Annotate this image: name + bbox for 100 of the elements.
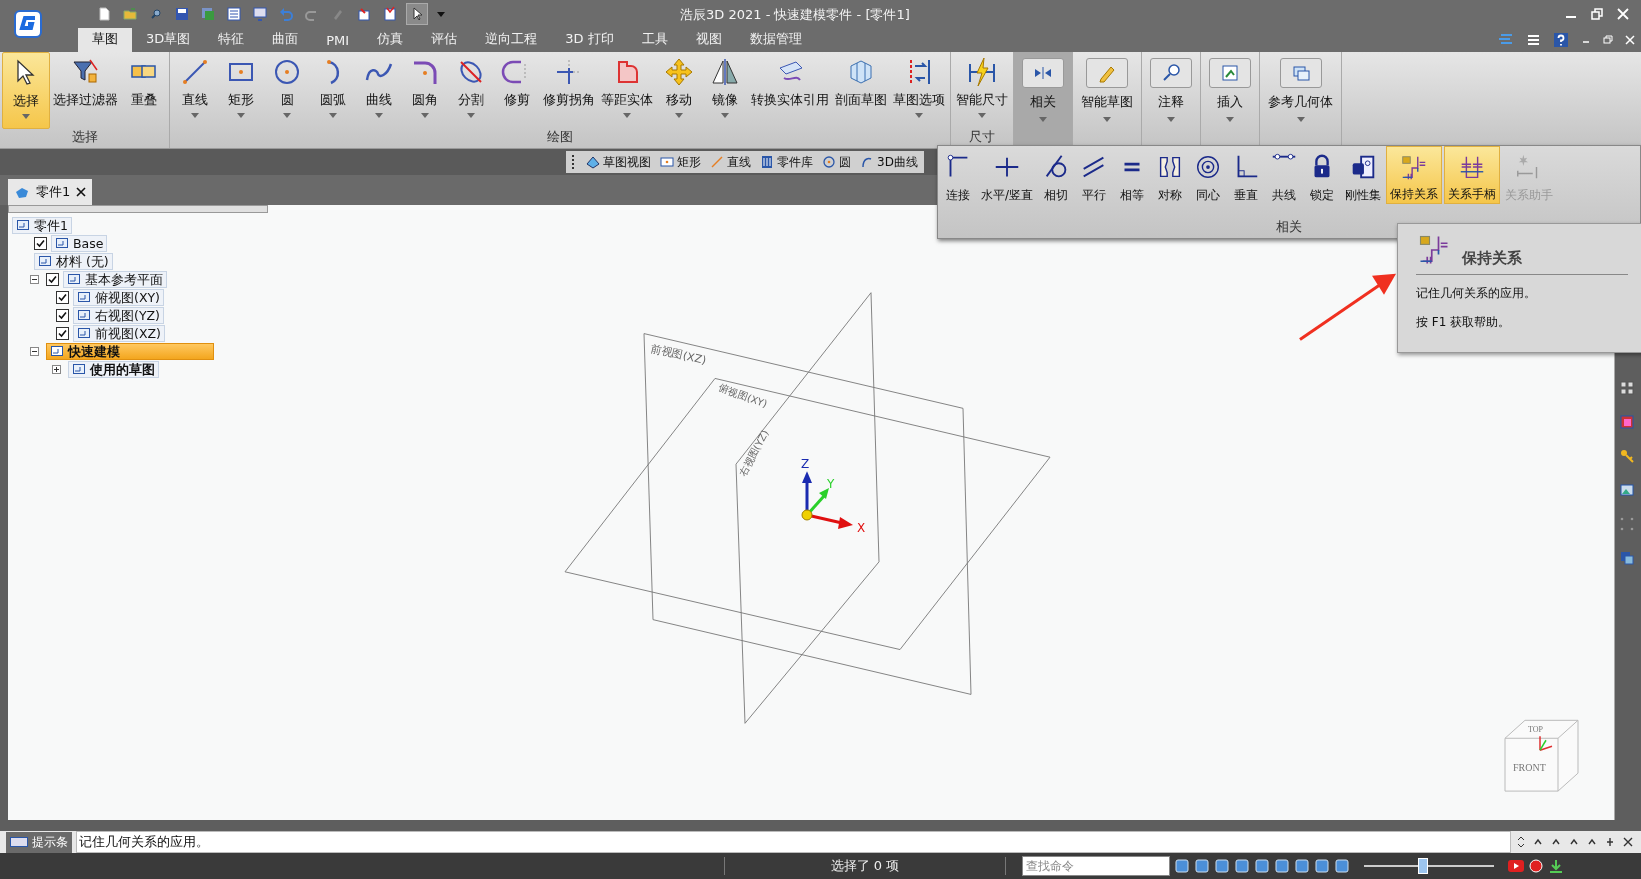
gradient-icon[interactable] (1619, 414, 1635, 430)
ribbon-tab[interactable]: 特征 (204, 27, 259, 52)
ribbon-button[interactable]: 转换实体引用 (748, 52, 832, 129)
ribbon-button[interactable]: 修剪 (494, 52, 540, 129)
video-icon[interactable] (1508, 860, 1524, 872)
ribbon-button[interactable]: 剖面草图 (832, 52, 890, 129)
tree-item[interactable]: 俯视图(XY) (73, 288, 164, 306)
tree-item[interactable]: 右视图(YZ) (73, 306, 164, 324)
caret-icon (237, 113, 245, 118)
ribbon-button[interactable]: 圆角 (402, 52, 448, 129)
ribbon-tab[interactable]: 视图 (681, 27, 736, 52)
ribbon-button[interactable]: 直线 (172, 52, 218, 129)
relation-button[interactable]: 刚性集 (1342, 146, 1385, 204)
checkbox[interactable] (56, 290, 69, 304)
ribbon-tab[interactable]: 草图 (78, 26, 132, 52)
toolbar-grip[interactable] (572, 155, 577, 169)
checkbox[interactable] (56, 326, 69, 340)
ribbon-tab[interactable]: 曲面 (258, 27, 313, 52)
tree-item[interactable]: 零件1 (12, 216, 72, 234)
smart-dimension-icon (966, 56, 998, 88)
windows-icon[interactable] (1619, 550, 1635, 566)
collapse-toggle[interactable] (30, 274, 39, 284)
relation-button[interactable]: 对称 (1152, 146, 1189, 204)
toolbar-button[interactable]: 直线 (709, 153, 751, 171)
expand-toggle[interactable] (52, 364, 61, 374)
relation-button[interactable]: 垂直 (1228, 146, 1265, 204)
pointer-button[interactable] (406, 3, 428, 25)
tree-item[interactable]: 基本参考平面 (63, 270, 167, 288)
ribbon-tab[interactable]: 数据管理 (735, 27, 816, 52)
toolbar-button[interactable]: 矩形 (659, 153, 701, 171)
slider-thumb[interactable] (1417, 858, 1428, 874)
tree-item[interactable]: 材料 (无) (34, 252, 113, 270)
group-button[interactable]: 相关 (1014, 52, 1073, 148)
relation-button[interactable]: 连接 (940, 146, 976, 204)
ribbon-button[interactable]: 矩形 (218, 52, 264, 129)
ribbon-tab[interactable]: 评估 (417, 27, 472, 52)
document-tab[interactable]: 零件1 (8, 179, 93, 205)
download-icon[interactable] (1548, 858, 1564, 874)
ribbon-tab[interactable]: 3D草图 (132, 27, 205, 52)
ribbon-button[interactable]: 选择 (2, 52, 50, 129)
ribbon-button[interactable]: 草图选项 (890, 52, 948, 129)
ribbon-button[interactable]: 曲线 (356, 52, 402, 129)
photo-icon[interactable] (1619, 482, 1635, 498)
tree-item[interactable]: 使用的草图 (68, 360, 159, 378)
toolbar-button[interactable]: 草图视图 (585, 153, 651, 171)
toolbar-button[interactable]: 零件库 (759, 153, 813, 171)
toolbar-button[interactable]: 圆 (821, 153, 851, 171)
tree-item[interactable]: Base (51, 234, 108, 252)
tree-item[interactable]: 前视图(XZ) (73, 324, 165, 342)
panel-grip[interactable] (8, 205, 268, 213)
close-button[interactable] (1617, 8, 1629, 20)
feature-icon (50, 344, 64, 358)
toolbar-button[interactable]: 3D曲线 (859, 153, 918, 171)
close-icon[interactable] (1621, 837, 1635, 847)
relation-button[interactable]: 相切 (1038, 146, 1075, 204)
restore-button[interactable] (1603, 35, 1613, 45)
monitor-icon[interactable] (250, 4, 270, 24)
relation-button[interactable]: 锁定 (1304, 146, 1341, 204)
axis-triad-drawing (801, 471, 853, 529)
ribbon-button[interactable]: 圆 (264, 52, 310, 129)
record-icon[interactable] (1528, 858, 1544, 874)
relation-button[interactable]: 同心 (1190, 146, 1227, 204)
list-icon[interactable] (224, 4, 244, 24)
command-search-field[interactable]: 查找命令 (1022, 856, 1170, 876)
ribbon-tab[interactable]: 仿真 (363, 27, 418, 52)
key-icon[interactable] (1619, 448, 1635, 464)
checkbox[interactable] (34, 236, 47, 250)
close-button[interactable] (1625, 35, 1635, 45)
ribbon-button[interactable]: 圆弧 (310, 52, 356, 129)
tree-item[interactable]: 快速建模 (46, 342, 214, 360)
ribbon-button[interactable]: 等距实体 (598, 52, 656, 129)
ribbon-tab[interactable]: 逆向工程 (471, 27, 552, 52)
ribbon-button[interactable]: 重叠 (121, 52, 167, 129)
caret-icon (283, 113, 291, 118)
ribbon-tab[interactable]: 3D 打印 (551, 27, 628, 52)
ribbon-button[interactable]: 智能尺寸 (953, 52, 1011, 129)
spinner-icon[interactable] (1515, 835, 1527, 849)
palette-icon[interactable] (1619, 380, 1635, 396)
collapse-toggle[interactable] (30, 346, 39, 356)
relation-button[interactable]: 关系手柄 (1444, 146, 1501, 204)
caret-icon (1226, 117, 1234, 122)
ribbon-button[interactable]: 移动 (656, 52, 702, 129)
ribbon-tab[interactable]: 工具 (627, 27, 682, 52)
ribbon-button[interactable]: 镜像 (702, 52, 748, 129)
ribbon-button[interactable]: 修剪拐角 (540, 52, 598, 129)
close-icon[interactable] (76, 187, 87, 197)
relation-button[interactable]: 平行 (1076, 146, 1113, 204)
relation-button[interactable]: 保持关系 (1386, 146, 1443, 204)
keyboard-icon (10, 837, 28, 847)
ribbon-button[interactable]: 选择过滤器 (50, 52, 121, 129)
caret-icon (1296, 117, 1305, 122)
restore-button[interactable] (1591, 8, 1603, 20)
relation-button[interactable]: 水平/竖直 (978, 146, 1037, 204)
grid-dots-icon[interactable] (1619, 516, 1635, 532)
checkbox[interactable] (56, 308, 69, 322)
relation-button[interactable]: 共线 (1266, 146, 1303, 204)
checkbox[interactable] (46, 272, 59, 286)
ribbon-tab[interactable]: PMI (312, 30, 364, 52)
ribbon-button[interactable]: 分割 (448, 52, 494, 129)
relation-button[interactable]: 相等 (1114, 146, 1151, 204)
